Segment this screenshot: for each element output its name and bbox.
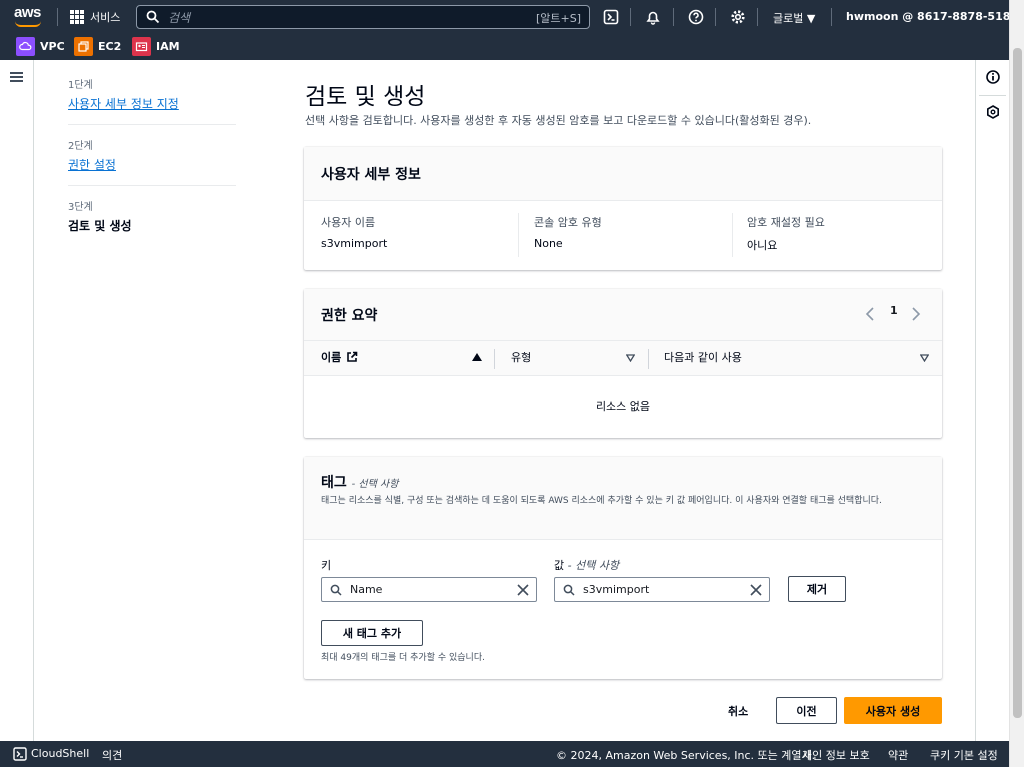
step-1: 1단계 사용자 세부 정보 지정 bbox=[68, 76, 236, 125]
favorite-label: VPC bbox=[40, 40, 65, 53]
add-tag-button[interactable]: 새 태그 추가 bbox=[321, 620, 423, 646]
clear-icon[interactable] bbox=[516, 583, 530, 597]
sort-icon[interactable] bbox=[920, 354, 929, 362]
region-selector[interactable]: 글로벌 ▼ bbox=[773, 10, 815, 26]
pagination-current-page[interactable]: 1 bbox=[890, 304, 898, 317]
aws-logo[interactable]: aws bbox=[14, 5, 44, 29]
favorite-iam[interactable]: IAM bbox=[132, 37, 180, 56]
tools-rail bbox=[975, 60, 1009, 741]
cancel-button[interactable]: 취소 bbox=[728, 703, 748, 719]
column-header-type[interactable]: 유형 bbox=[511, 349, 531, 365]
tag-key-value: Name bbox=[350, 583, 383, 596]
tag-value-input[interactable]: s3vmimport bbox=[554, 577, 770, 602]
empty-state-text: 리소스 없음 bbox=[595, 400, 651, 413]
favorite-vpc[interactable]: VPC bbox=[16, 37, 65, 56]
services-menu-button[interactable]: 서비스 bbox=[70, 9, 120, 25]
field-value: 아니요 bbox=[747, 239, 778, 252]
column-header-used-as[interactable]: 다음과 같이 사용 bbox=[664, 349, 742, 365]
search-icon bbox=[146, 10, 160, 24]
panel-title: 사용자 세부 정보 bbox=[321, 166, 421, 183]
step-number: 3단계 bbox=[68, 202, 93, 213]
step-number: 1단계 bbox=[68, 80, 93, 91]
tag-value-label: 값 - 선택 사항 bbox=[554, 559, 620, 572]
favorite-label: IAM bbox=[156, 40, 180, 53]
field-password-reset-required: 암호 재설정 필요 아니요 bbox=[747, 214, 825, 253]
ec2-icon bbox=[74, 37, 93, 56]
field-console-password-type: 콘솔 암호 유형 None bbox=[534, 214, 602, 250]
favorites-bar: VPC EC2 IAM bbox=[0, 34, 1009, 60]
current-step-label: 검토 및 생성 bbox=[68, 219, 132, 233]
step-number: 2단계 bbox=[68, 141, 93, 152]
tag-key-label: 키 bbox=[321, 559, 332, 572]
search-input[interactable]: 검색 [알트+S] bbox=[136, 5, 590, 29]
create-user-button[interactable]: 사용자 생성 bbox=[844, 697, 942, 724]
tutorial-icon[interactable] bbox=[986, 105, 1000, 119]
column-label: 이름 bbox=[321, 351, 342, 364]
sort-icon[interactable] bbox=[626, 354, 635, 362]
step-link[interactable]: 권한 설정 bbox=[68, 156, 236, 173]
column-header-name[interactable]: 이름 bbox=[321, 349, 358, 365]
step-link[interactable]: 사용자 세부 정보 지정 bbox=[68, 95, 236, 112]
tags-description: 태그는 리소스를 식별, 구성 또는 검색하는 데 도움이 되도록 AWS 리소… bbox=[321, 496, 882, 506]
permissions-summary-panel: 권한 요약 bbox=[304, 289, 942, 438]
info-icon[interactable] bbox=[986, 70, 1000, 84]
cloudshell-icon[interactable] bbox=[603, 9, 619, 25]
search-shortcut: [알트+S] bbox=[535, 12, 581, 25]
page-description: 선택 사항을 검토합니다. 사용자를 생성한 후 자동 생성된 암호를 보고 다… bbox=[305, 114, 812, 127]
favorite-label: EC2 bbox=[98, 40, 122, 53]
privacy-link[interactable]: 개인 정보 보호 bbox=[802, 747, 870, 763]
terms-link[interactable]: 약관 bbox=[888, 747, 908, 763]
scrollbar-thumb[interactable] bbox=[1013, 48, 1022, 718]
vpc-icon bbox=[16, 37, 35, 56]
tag-key-input[interactable]: Name bbox=[321, 577, 537, 602]
feedback-link[interactable]: 의견 bbox=[102, 747, 122, 763]
panel-title: 권한 요약 bbox=[321, 307, 378, 324]
cloudshell-link[interactable]: CloudShell bbox=[31, 747, 89, 760]
search-icon bbox=[330, 584, 342, 596]
nav-divider bbox=[57, 8, 58, 26]
tags-limit-hint: 최대 49개의 태그를 더 추가할 수 있습니다. bbox=[321, 653, 485, 663]
user-details-panel: 사용자 세부 정보 bbox=[304, 147, 942, 270]
remove-tag-button[interactable]: 제거 bbox=[788, 576, 846, 602]
account-menu[interactable]: hwmoon @ 8617-8878-5184 ▼ bbox=[846, 10, 1024, 23]
panel-title: 태그 - 선택 사항 bbox=[321, 475, 399, 491]
bell-icon[interactable] bbox=[645, 9, 661, 25]
field-key: 암호 재설정 필요 bbox=[747, 216, 825, 229]
step-3: 3단계 검토 및 생성 bbox=[68, 198, 236, 234]
external-link-icon bbox=[347, 351, 358, 362]
step-2: 2단계 권한 설정 bbox=[68, 137, 236, 186]
iam-icon bbox=[132, 37, 151, 56]
favorite-ec2[interactable]: EC2 bbox=[74, 37, 121, 56]
field-user-name: 사용자 이름 s3vmimport bbox=[321, 214, 387, 250]
field-value: s3vmimport bbox=[321, 237, 388, 250]
search-icon bbox=[563, 584, 575, 596]
services-label: 서비스 bbox=[90, 11, 121, 24]
tag-value-value: s3vmimport bbox=[583, 583, 650, 596]
footer: CloudShell 의견 © 2024, Amazon Web Service… bbox=[0, 741, 1009, 767]
side-navigation-rail bbox=[0, 60, 34, 741]
sort-ascending-icon[interactable] bbox=[472, 353, 482, 361]
page-title: 검토 및 생성 bbox=[305, 84, 426, 110]
field-key: 콘솔 암호 유형 bbox=[534, 216, 602, 229]
grid-icon bbox=[70, 10, 84, 24]
clear-icon[interactable] bbox=[749, 583, 763, 597]
chevron-right-icon[interactable] bbox=[911, 307, 921, 321]
field-key: 사용자 이름 bbox=[321, 216, 376, 229]
field-value: None bbox=[534, 237, 563, 250]
page-scrollbar[interactable] bbox=[1009, 0, 1024, 767]
wizard-steps: 1단계 사용자 세부 정보 지정 2단계 권한 설정 3단계 검토 및 생성 bbox=[68, 76, 236, 234]
search-placeholder: 검색 bbox=[168, 10, 191, 25]
gear-icon[interactable] bbox=[730, 9, 746, 25]
top-navigation: aws 서비스 검색 [알트+S] 글로벌 ▼ hwmoon @ 8617-88… bbox=[0, 0, 1024, 34]
menu-icon[interactable] bbox=[10, 72, 23, 82]
cookie-preferences-link[interactable]: 쿠키 기본 설정 bbox=[930, 747, 998, 763]
copyright-text: © 2024, Amazon Web Services, Inc. 또는 계열사… bbox=[556, 749, 816, 762]
cloudshell-icon[interactable] bbox=[13, 747, 27, 761]
help-icon[interactable] bbox=[688, 9, 704, 25]
chevron-left-icon[interactable] bbox=[865, 307, 875, 321]
previous-button[interactable]: 이전 bbox=[776, 697, 837, 724]
